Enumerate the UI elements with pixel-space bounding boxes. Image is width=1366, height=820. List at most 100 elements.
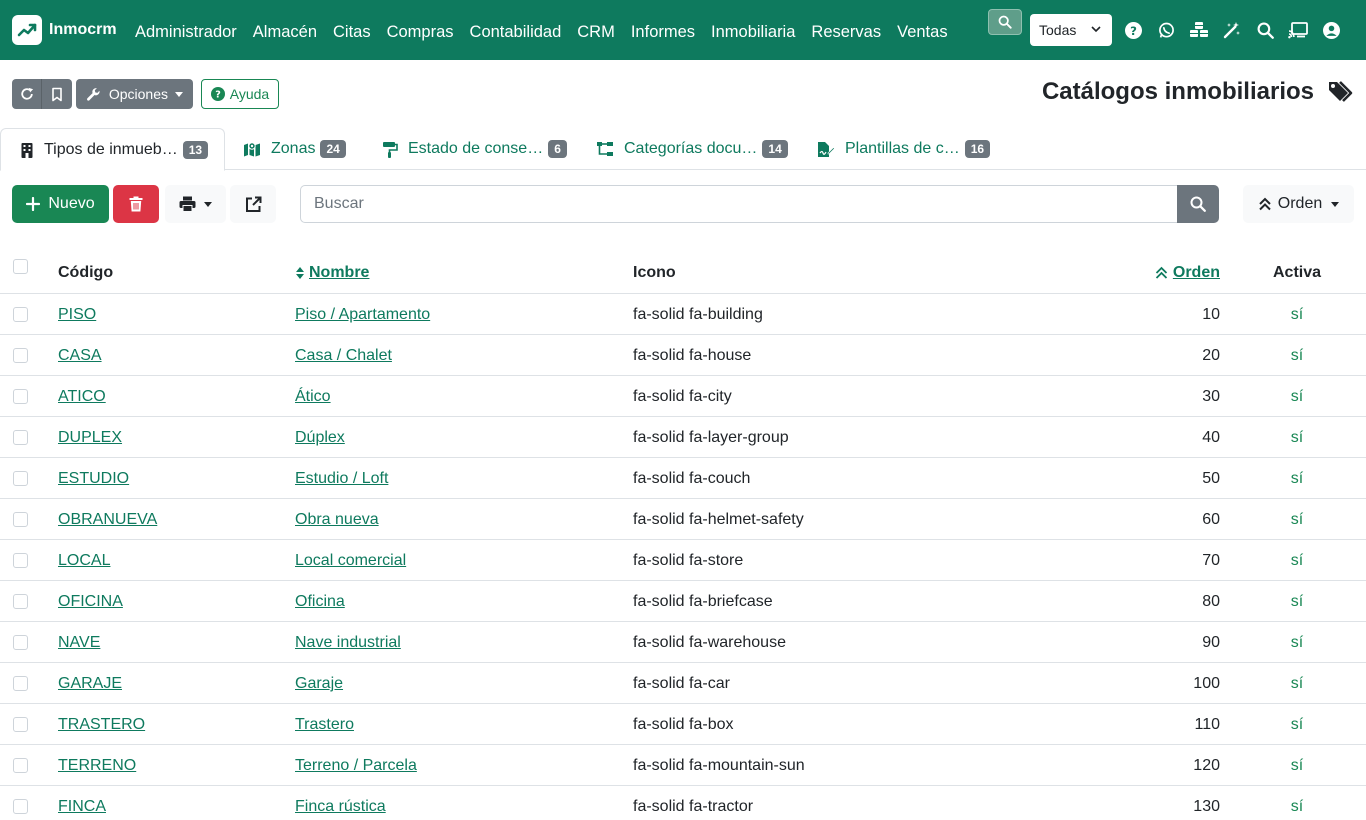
tab-categorias-documentos[interactable]: Categorías docu… 14 xyxy=(596,128,788,170)
menu-item-almacen[interactable]: Almacén xyxy=(253,0,317,60)
search-icon[interactable] xyxy=(1255,20,1275,40)
row-activa: sí xyxy=(1290,552,1304,569)
row-orden: 20 xyxy=(1202,347,1220,364)
row-checkbox[interactable] xyxy=(13,594,28,609)
brand[interactable]: Inmocrm xyxy=(12,15,135,45)
row-orden: 100 xyxy=(1193,675,1220,692)
help-button[interactable]: ? Ayuda xyxy=(201,79,279,109)
row-codigo-link[interactable]: PISO xyxy=(58,294,96,335)
row-checkbox[interactable] xyxy=(13,389,28,404)
whatsapp-icon[interactable] xyxy=(1156,20,1176,40)
row-checkbox[interactable] xyxy=(13,348,28,363)
row-codigo-link[interactable]: OBRANUEVA xyxy=(58,499,157,540)
menu-item-crm[interactable]: CRM xyxy=(577,0,615,60)
row-codigo-link[interactable]: DUPLEX xyxy=(58,417,122,458)
row-codigo-link[interactable]: TERRENO xyxy=(58,745,136,786)
header-icono[interactable]: Icono xyxy=(633,253,676,294)
cubes-icon[interactable] xyxy=(1189,20,1209,40)
row-checkbox[interactable] xyxy=(13,553,28,568)
row-nombre-link[interactable]: Dúplex xyxy=(295,417,345,458)
row-codigo-link[interactable]: CASA xyxy=(58,335,102,376)
bookmark-button[interactable] xyxy=(42,79,72,109)
search-input[interactable] xyxy=(300,185,1178,223)
cast-icon[interactable] xyxy=(1288,20,1308,40)
search-button[interactable] xyxy=(1177,185,1219,223)
row-nombre-link[interactable]: Oficina xyxy=(295,581,345,622)
row-orden: 70 xyxy=(1202,552,1220,569)
row-checkbox[interactable] xyxy=(13,635,28,650)
row-icono: fa-solid fa-briefcase xyxy=(633,593,773,610)
row-nombre-link[interactable]: Estudio / Loft xyxy=(295,458,388,499)
tab-count-badge: 14 xyxy=(762,140,788,158)
chart-line-icon xyxy=(12,15,42,45)
row-codigo-link[interactable]: FINCA xyxy=(58,786,106,820)
row-activa: sí xyxy=(1290,306,1304,323)
options-dropdown-button[interactable]: Opciones xyxy=(76,79,193,109)
menu-item-reservas[interactable]: Reservas xyxy=(811,0,881,60)
row-codigo-link[interactable]: OFICINA xyxy=(58,581,123,622)
row-codigo-link[interactable]: ATICO xyxy=(58,376,106,417)
magic-wand-icon[interactable] xyxy=(1222,20,1242,40)
open-external-button[interactable] xyxy=(230,185,276,223)
tab-count-badge: 24 xyxy=(320,140,346,158)
row-nombre-link[interactable]: Ático xyxy=(295,376,331,417)
select-all-checkbox[interactable] xyxy=(13,259,28,274)
row-checkbox[interactable] xyxy=(13,717,28,732)
tab-estado-conservacion[interactable]: Estado de conse… 6 xyxy=(382,128,567,170)
row-codigo-link[interactable]: TRASTERO xyxy=(58,704,145,745)
double-chevron-up-icon xyxy=(1259,197,1271,211)
row-nombre-link[interactable]: Nave industrial xyxy=(295,622,401,663)
new-button[interactable]: Nuevo xyxy=(12,185,109,223)
menu-item-ventas[interactable]: Ventas xyxy=(897,0,947,60)
row-nombre-link[interactable]: Finca rústica xyxy=(295,786,386,820)
row-nombre-link[interactable]: Local comercial xyxy=(295,540,406,581)
table-row: FINCA Finca rústica fa-solid fa-tractor … xyxy=(0,786,1366,820)
row-activa: sí xyxy=(1290,593,1304,610)
row-checkbox[interactable] xyxy=(13,676,28,691)
delete-button[interactable] xyxy=(113,185,159,223)
header-nombre[interactable]: Nombre xyxy=(295,253,369,294)
header-activa[interactable]: Activa xyxy=(1273,253,1321,294)
row-nombre-link[interactable]: Obra nueva xyxy=(295,499,379,540)
row-codigo-link[interactable]: NAVE xyxy=(58,622,100,663)
help-icon[interactable]: ? xyxy=(1123,20,1143,40)
row-nombre-link[interactable]: Garaje xyxy=(295,663,343,704)
menu-item-compras[interactable]: Compras xyxy=(387,0,454,60)
nav-search-button[interactable] xyxy=(988,9,1022,35)
row-nombre-link[interactable]: Casa / Chalet xyxy=(295,335,392,376)
row-icono: fa-solid fa-car xyxy=(633,675,730,692)
tab-plantillas[interactable]: Plantillas de c… 16 xyxy=(817,128,991,170)
menu-item-inmobiliaria[interactable]: Inmobiliaria xyxy=(711,0,795,60)
row-codigo-link[interactable]: LOCAL xyxy=(58,540,110,581)
tab-tipos-inmueble[interactable]: Tipos de inmueb… 13 xyxy=(0,128,225,171)
row-checkbox[interactable] xyxy=(13,512,28,527)
row-checkbox[interactable] xyxy=(13,758,28,773)
menu-item-administrador[interactable]: Administrador xyxy=(135,0,237,60)
row-checkbox[interactable] xyxy=(13,799,28,814)
menu-item-citas[interactable]: Citas xyxy=(333,0,371,60)
header-orden[interactable]: Orden xyxy=(1155,253,1220,294)
header-codigo[interactable]: Código xyxy=(58,253,113,294)
row-activa: sí xyxy=(1290,798,1304,815)
header-orden-label: Orden xyxy=(1172,264,1220,281)
row-checkbox[interactable] xyxy=(13,471,28,486)
row-nombre-link[interactable]: Terreno / Parcela xyxy=(295,745,417,786)
tab-label: Plantillas de c… xyxy=(845,140,960,157)
menu-item-contabilidad[interactable]: Contabilidad xyxy=(470,0,562,60)
print-dropdown-button[interactable] xyxy=(165,185,226,223)
refresh-button[interactable] xyxy=(12,79,42,109)
table-row: GARAJE Garaje fa-solid fa-car 100 sí xyxy=(0,663,1366,704)
order-dropdown-button[interactable]: Orden xyxy=(1243,185,1354,223)
row-nombre-link[interactable]: Trastero xyxy=(295,704,354,745)
menu-item-informes[interactable]: Informes xyxy=(631,0,695,60)
user-icon[interactable] xyxy=(1321,20,1341,40)
paint-roller-icon xyxy=(383,141,398,158)
row-codigo-link[interactable]: GARAJE xyxy=(58,663,122,704)
row-codigo-link[interactable]: ESTUDIO xyxy=(58,458,129,499)
row-checkbox[interactable] xyxy=(13,307,28,322)
company-select[interactable]: Todas xyxy=(1030,14,1112,46)
sort-icon xyxy=(296,267,304,279)
tab-zonas[interactable]: Zonas 24 xyxy=(243,128,346,170)
row-checkbox[interactable] xyxy=(13,430,28,445)
row-nombre-link[interactable]: Piso / Apartamento xyxy=(295,294,430,335)
